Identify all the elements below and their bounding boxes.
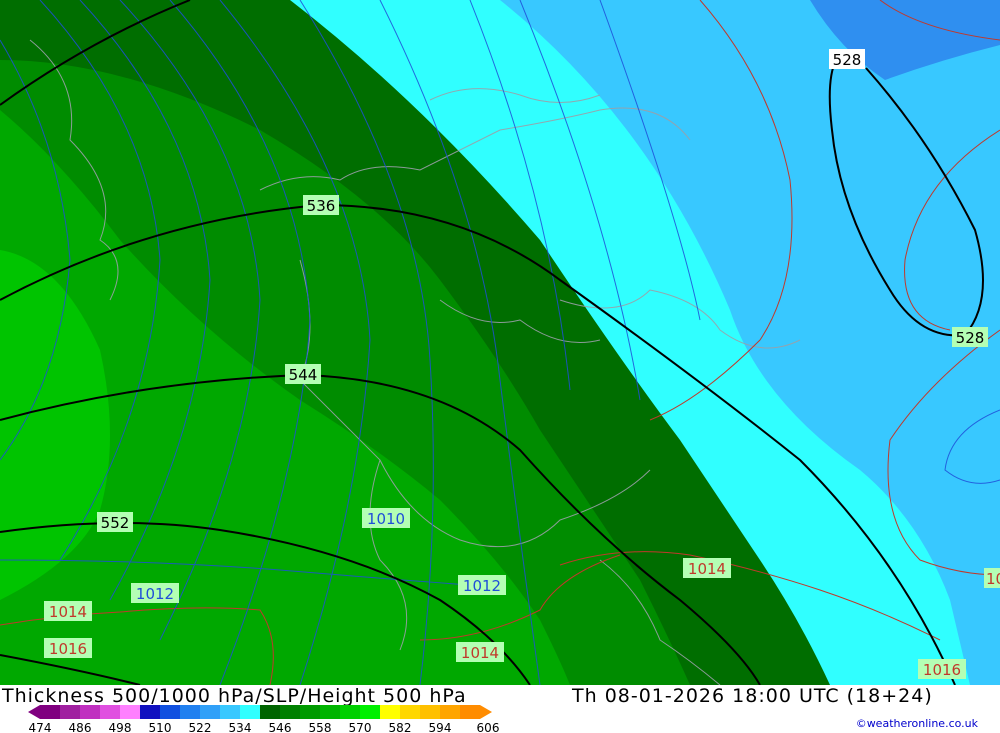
legend-tick-label: 558 <box>309 721 332 733</box>
legend-arrow-left <box>28 705 40 719</box>
svg-text:544: 544 <box>289 366 318 384</box>
legend-swatch <box>140 705 160 719</box>
legend-swatch <box>380 705 400 719</box>
svg-text:1012: 1012 <box>136 585 174 603</box>
pressure-label: 1014 <box>683 558 731 578</box>
legend-swatch <box>80 705 100 719</box>
pressure-label: 10 <box>984 568 1000 588</box>
pressure-label: 1016 <box>918 659 966 679</box>
legend-tick-label: 498 <box>109 721 132 733</box>
map-footer: Thickness 500/1000 hPa/SLP/Height 500 hP… <box>0 685 1000 733</box>
weather-map: 528 528 536 544 552 1010 1012 1012 1014 … <box>0 0 1000 685</box>
legend-tick-label: 522 <box>189 721 212 733</box>
svg-text:536: 536 <box>307 197 336 215</box>
svg-text:528: 528 <box>956 329 985 347</box>
legend-swatch <box>180 705 200 719</box>
legend-swatch <box>420 705 440 719</box>
map-title: Thickness 500/1000 hPa/SLP/Height 500 hP… <box>2 685 467 707</box>
legend-tick-label: 594 <box>429 721 452 733</box>
pressure-label: 1012 <box>131 583 179 603</box>
legend-swatch <box>400 705 420 719</box>
legend-tick-label: 582 <box>389 721 412 733</box>
svg-text:10: 10 <box>986 570 1000 588</box>
thickness-label: 536 <box>303 195 339 215</box>
legend-tick-label: 534 <box>229 721 252 733</box>
legend-swatch <box>440 705 460 719</box>
credit-link[interactable]: ©weatheronline.co.uk <box>856 717 978 730</box>
svg-text:1014: 1014 <box>49 603 87 621</box>
legend-tick-label: 570 <box>349 721 372 733</box>
legend-swatch <box>340 705 360 719</box>
thickness-label: 528 <box>952 327 988 347</box>
legend-swatch <box>280 705 300 719</box>
svg-text:1014: 1014 <box>688 560 726 578</box>
legend-tick-label: 510 <box>149 721 172 733</box>
legend-swatch <box>100 705 120 719</box>
svg-text:1010: 1010 <box>367 510 405 528</box>
legend-swatch <box>200 705 220 719</box>
svg-text:1016: 1016 <box>923 661 961 679</box>
legend-arrow-right <box>480 705 492 719</box>
legend-swatch <box>60 705 80 719</box>
legend-swatch <box>160 705 180 719</box>
svg-text:1016: 1016 <box>49 640 87 658</box>
legend-swatch <box>220 705 240 719</box>
legend-tick-label: 606 <box>477 721 500 733</box>
pressure-label: 1014 <box>44 601 92 621</box>
legend-tick-label: 546 <box>269 721 292 733</box>
pressure-label: 1016 <box>44 638 92 658</box>
svg-text:1014: 1014 <box>461 644 499 662</box>
legend-tick-label: 474 <box>29 721 52 733</box>
legend-swatch <box>460 705 480 719</box>
legend-tick-label: 486 <box>69 721 92 733</box>
valid-time: Th 08-01-2026 18:00 UTC (18+24) <box>572 685 933 707</box>
thickness-label: 528 <box>829 49 865 69</box>
legend-swatch <box>320 705 340 719</box>
pressure-label: 1010 <box>362 508 410 528</box>
legend-swatch <box>40 705 60 719</box>
svg-text:552: 552 <box>101 514 130 532</box>
legend-swatch <box>300 705 320 719</box>
svg-text:1012: 1012 <box>463 577 501 595</box>
pressure-label: 1014 <box>456 642 504 662</box>
thickness-label: 544 <box>285 364 321 384</box>
legend-swatch <box>240 705 260 719</box>
thickness-label: 552 <box>97 512 133 532</box>
legend-swatch <box>360 705 380 719</box>
svg-text:528: 528 <box>833 51 862 69</box>
legend-swatch <box>260 705 280 719</box>
pressure-label: 1012 <box>458 575 506 595</box>
legend-swatch <box>120 705 140 719</box>
color-legend: 474 486 498 510 522 534 546 558 570 582 594 606 <box>28 705 500 733</box>
